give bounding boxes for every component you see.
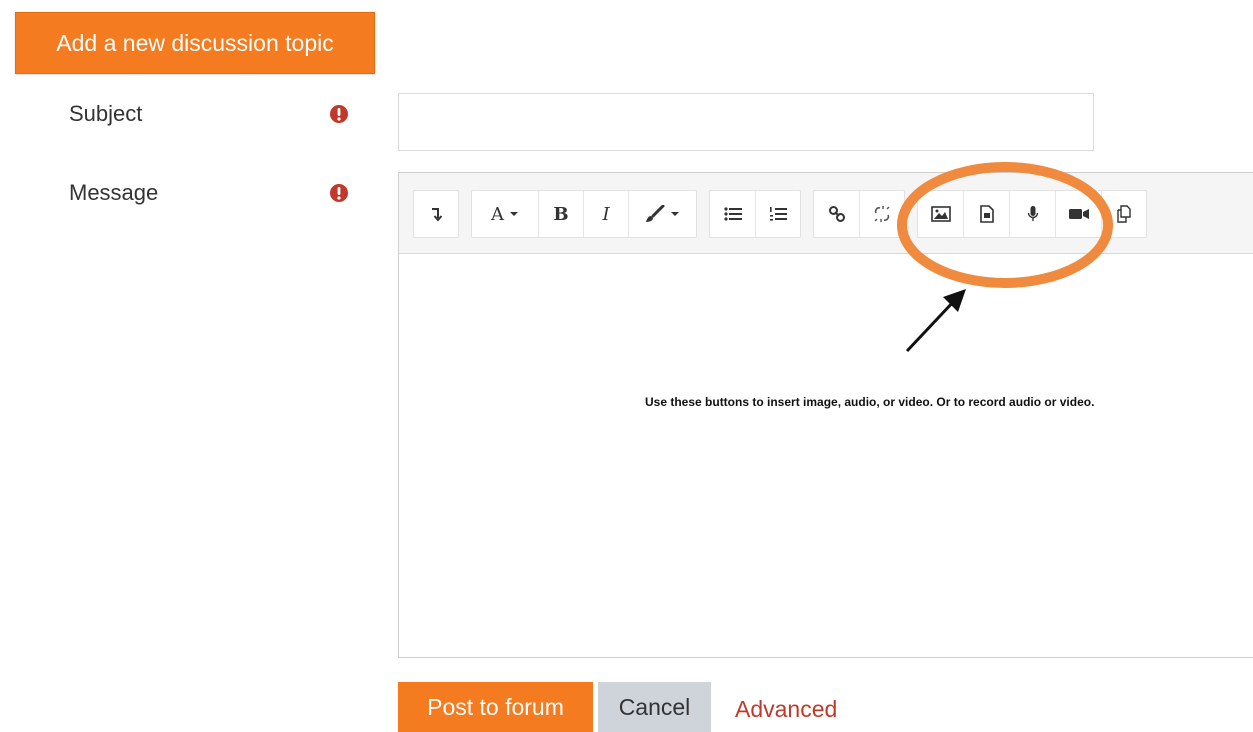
subject-input[interactable] [398,93,1094,151]
annotation-help-text: Use these buttons to insert image, audio… [645,395,1095,409]
insert-image-button[interactable] [918,191,963,237]
unlink-button[interactable] [860,191,904,237]
italic-icon: I [602,203,610,225]
insert-media-button[interactable] [964,191,1009,237]
record-video-button[interactable] [1056,191,1101,237]
toolbar-group-style: A B I [471,190,697,238]
editor-toolbar: A B I [399,173,1253,254]
manage-files-icon [1117,205,1131,223]
unordered-list-icon [723,207,742,221]
required-icon [330,105,348,123]
italic-button[interactable]: I [584,191,628,237]
post-to-forum-button[interactable]: Post to forum [398,682,593,732]
record-audio-button[interactable] [1010,191,1055,237]
chevron-down-icon [510,212,518,216]
toolbar-group-collapse [413,190,459,238]
text-color-button[interactable] [629,191,696,237]
link-icon [828,206,845,222]
insert-image-icon [930,206,951,222]
subject-label: Subject [69,101,143,126]
insert-media-icon [979,205,994,223]
add-discussion-topic-button[interactable]: Add a new discussion topic [15,12,375,74]
text-color-icon [646,205,665,222]
font-style-button[interactable]: A [472,191,538,237]
toolbar-group-media [917,190,1147,238]
unordered-list-button[interactable] [710,191,755,237]
bold-button[interactable]: B [539,191,583,237]
ordered-list-button[interactable] [756,191,800,237]
toolbar-group-links [813,190,905,238]
ordered-list-icon [770,207,787,221]
advanced-link[interactable]: Advanced [735,696,837,723]
font-style-icon: A [491,203,504,225]
message-editor: A B I [398,172,1253,658]
toolbar-group-lists [709,190,801,238]
collapse-icon [432,208,443,222]
collapse-button[interactable] [414,191,458,237]
message-label: Message [69,180,159,205]
record-video-icon [1068,209,1089,219]
bold-icon: B [553,203,569,225]
cancel-button[interactable]: Cancel [598,682,711,732]
link-button[interactable] [814,191,859,237]
unlink-icon [874,206,890,222]
manage-files-button[interactable] [1102,191,1146,237]
chevron-down-icon [671,212,679,216]
record-audio-icon [1027,206,1038,221]
required-icon [330,184,348,202]
message-textarea[interactable] [399,253,1253,657]
